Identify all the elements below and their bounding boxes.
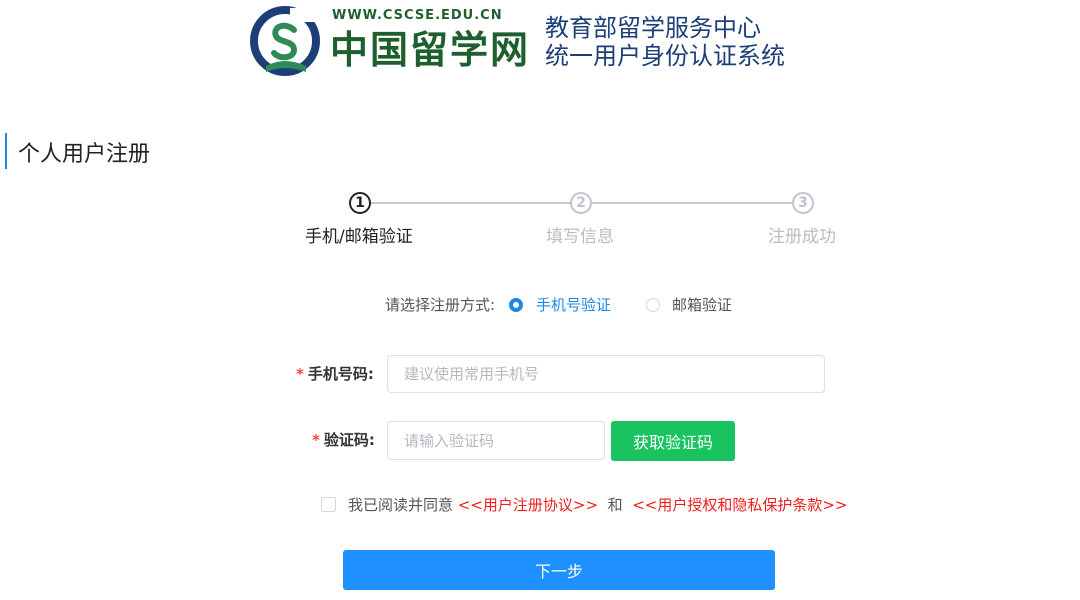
step-connector-2	[592, 202, 792, 204]
step-1-circle: 1	[349, 192, 371, 214]
code-field-label: * 验证码:	[312, 430, 375, 450]
step-2-label: 填写信息	[546, 227, 614, 247]
step-1-label: 手机/邮箱验证	[305, 227, 413, 247]
site-name: 中国留学网	[330, 27, 531, 72]
phone-method-label[interactable]: 手机号验证	[536, 295, 611, 315]
page-title: 个人用户注册	[18, 142, 151, 167]
step-3-label: 注册成功	[768, 227, 836, 247]
user-agreement-link[interactable]: <<用户注册协议>>	[458, 496, 598, 514]
agree-conjunction: 和	[607, 496, 623, 514]
agreement-text: 我已阅读并同意 <<用户注册协议>> 和 <<用户授权和隐私保护条款>>	[348, 495, 847, 515]
system-name: 统一用户身份认证系统	[545, 42, 785, 70]
email-method-label[interactable]: 邮箱验证	[672, 295, 732, 315]
cscse-logo-icon	[250, 6, 320, 76]
required-mark: *	[312, 431, 320, 449]
phone-method-radio[interactable]	[509, 298, 523, 312]
agree-prefix: 我已阅读并同意	[348, 496, 454, 514]
step-connector-1	[370, 202, 570, 204]
register-method-label: 请选择注册方式:	[385, 296, 496, 314]
phone-input[interactable]	[387, 355, 825, 393]
step-2-circle: 2	[570, 192, 592, 214]
phone-field-label: * 手机号码:	[296, 364, 374, 384]
agree-checkbox[interactable]	[321, 497, 336, 512]
code-label-text: 验证码:	[323, 431, 375, 449]
privacy-terms-link[interactable]: <<用户授权和隐私保护条款>>	[632, 496, 847, 514]
org-name: 教育部留学服务中心	[545, 14, 761, 42]
site-url: WWW.CSCSE.EDU.CN	[332, 8, 503, 23]
required-mark: *	[296, 365, 304, 383]
title-accent-bar	[5, 133, 7, 169]
phone-label-text: 手机号码:	[307, 365, 374, 383]
code-input[interactable]	[387, 421, 605, 460]
step-3-circle: 3	[792, 192, 814, 214]
get-code-button[interactable]: 获取验证码	[611, 421, 735, 461]
email-method-radio[interactable]	[646, 298, 660, 312]
next-step-button[interactable]: 下一步	[343, 550, 775, 590]
